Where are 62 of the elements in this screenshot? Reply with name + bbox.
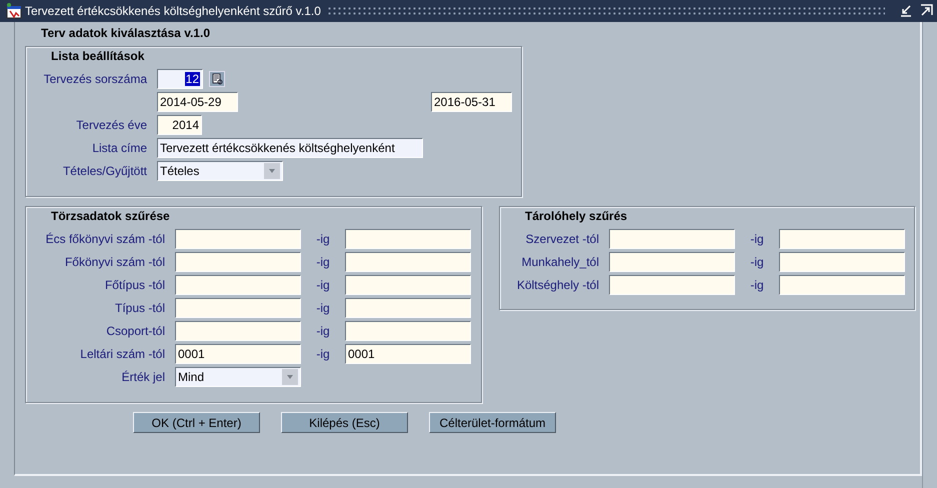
- input-field[interactable]: [175, 252, 301, 272]
- app-icon: [6, 3, 22, 19]
- minimize-icon[interactable]: [899, 4, 913, 18]
- field-label: Érték jel: [120, 370, 165, 384]
- group-title: Lista beállítások: [51, 49, 146, 63]
- input-field[interactable]: [345, 320, 471, 340]
- input-field[interactable]: 2014: [157, 114, 202, 134]
- dropdown-value: Tételes: [160, 164, 200, 178]
- field-label: Szervezet -tól: [524, 232, 599, 246]
- input-field[interactable]: 0001: [345, 344, 471, 364]
- input-field[interactable]: [609, 274, 735, 294]
- dropdown-field[interactable]: Mind: [175, 366, 301, 386]
- form-title: Terv adatok kiválasztása v.1.0: [41, 26, 211, 40]
- field-label: Csoport-tól: [105, 324, 165, 338]
- input-field[interactable]: [175, 228, 301, 248]
- input-field[interactable]: [609, 228, 735, 248]
- window-title: Tervezett értékcsökkenés költséghelyenként szűrő v.1.0: [25, 4, 321, 18]
- field-label: Leltári szám -tól: [79, 346, 165, 360]
- input-field[interactable]: [345, 298, 471, 318]
- range-label: -ig: [749, 232, 765, 246]
- maximize-icon[interactable]: [919, 4, 933, 18]
- input-field[interactable]: [345, 228, 471, 248]
- input-field[interactable]: [345, 252, 471, 272]
- input-field[interactable]: [779, 252, 905, 272]
- range-label: -ig: [749, 254, 765, 268]
- action-button[interactable]: OK (Ctrl + Enter): [133, 412, 260, 433]
- input-field[interactable]: 2016-05-31: [431, 92, 512, 112]
- field-label: Típus -tól: [114, 300, 165, 314]
- field-label: Munkahely_tól: [520, 254, 599, 268]
- action-button[interactable]: Célterület-formátum: [429, 412, 556, 433]
- input-field[interactable]: [779, 274, 905, 294]
- field-label: Tételes/Gyűjtött: [62, 164, 147, 178]
- field-label: Főtípus -tól: [104, 278, 165, 292]
- range-label: -ig: [315, 300, 331, 314]
- list-icon[interactable]: [209, 70, 225, 86]
- field-label: Tervezés éve: [75, 118, 147, 132]
- input-field[interactable]: [609, 252, 735, 272]
- field-label: Főkönyvi szám -tól: [64, 254, 165, 268]
- input-field[interactable]: 0001: [175, 344, 301, 364]
- input-field[interactable]: [345, 274, 471, 294]
- input-field[interactable]: 2014-05-29: [157, 92, 238, 112]
- range-label: -ig: [749, 278, 765, 292]
- field-label: Költséghely -tól: [516, 278, 599, 292]
- dropdown-value: Mind: [178, 370, 204, 384]
- group-title: Törzsadatok szűrése: [51, 209, 171, 223]
- field-label: Tervezés sorszáma: [42, 72, 147, 86]
- range-label: -ig: [315, 254, 331, 268]
- input-field[interactable]: Tervezett értékcsökkenés költséghelyenként: [157, 138, 423, 158]
- input-field[interactable]: 12: [157, 68, 203, 88]
- action-button[interactable]: Kilépés (Esc): [281, 412, 408, 433]
- range-label: -ig: [315, 324, 331, 338]
- input-field[interactable]: [175, 298, 301, 318]
- range-label: -ig: [315, 278, 331, 292]
- range-label: -ig: [315, 232, 331, 246]
- range-label: -ig: [315, 346, 331, 360]
- field-label: Écs főkönyvi szám -tól: [44, 232, 165, 246]
- field-label: Lista címe: [91, 140, 147, 154]
- dropdown-field[interactable]: Tételes: [157, 160, 283, 180]
- input-field[interactable]: [175, 274, 301, 294]
- group-title: Tárolóhely szűrés: [525, 209, 628, 223]
- input-field[interactable]: [779, 228, 905, 248]
- input-field[interactable]: [175, 320, 301, 340]
